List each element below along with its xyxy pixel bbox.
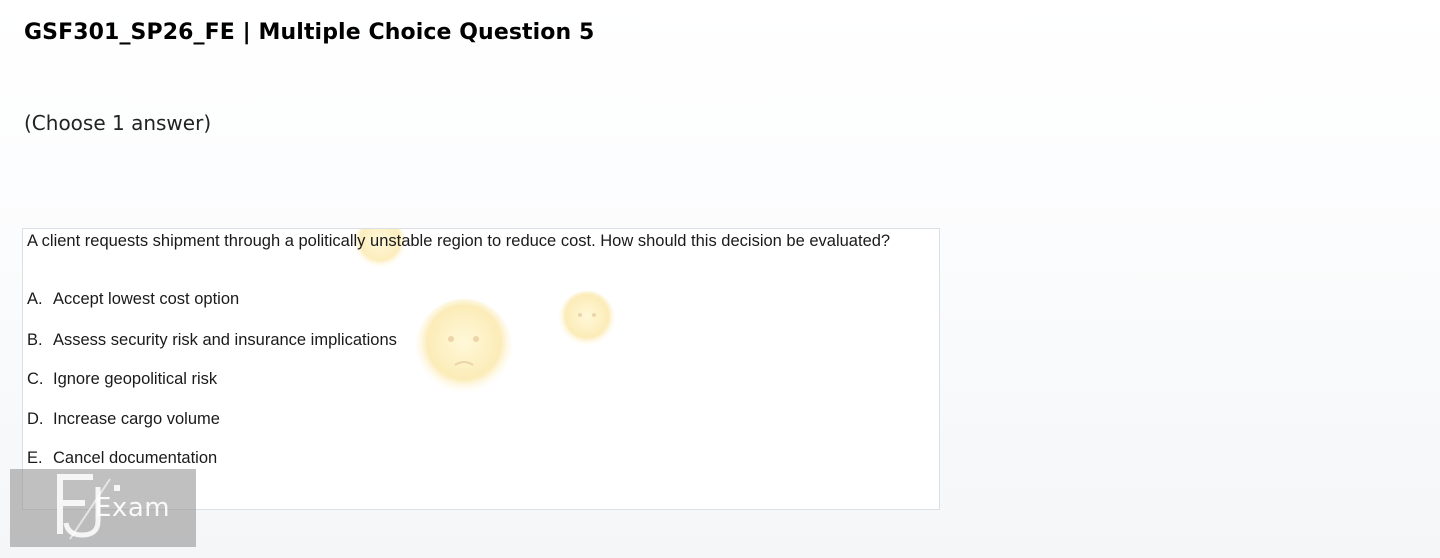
option-letter: C. (27, 370, 44, 388)
option-text: Assess security risk and insurance impli… (53, 331, 397, 349)
option-text: Cancel documentation (53, 449, 218, 467)
option-d: D. Increase cargo volume (27, 410, 220, 429)
option-b: B. Assess security risk and insurance imp… (27, 331, 397, 350)
page-title: GSF301_SP26_FE | Multiple Choice Questio… (24, 20, 595, 45)
option-letter: A. (27, 290, 43, 308)
option-c: C. Ignore geopolitical risk (27, 370, 217, 389)
option-e: E. Cancel documentation (27, 449, 217, 468)
answer-instruction: (Choose 1 answer) (24, 111, 212, 135)
option-letter: B. (27, 331, 43, 349)
question-image: A client requests shipment through a pol… (22, 228, 940, 510)
option-letter: D. (27, 410, 44, 428)
option-text: Ignore geopolitical risk (53, 370, 218, 388)
question-stem: A client requests shipment through a pol… (27, 232, 891, 250)
option-a: A. Accept lowest cost option (27, 290, 239, 309)
option-letter: E. (27, 449, 43, 467)
logo-text: Exam (95, 493, 171, 523)
option-text: Accept lowest cost option (53, 290, 240, 308)
exam-logo-watermark: Exam (10, 469, 196, 547)
option-text: Increase cargo volume (53, 410, 220, 428)
